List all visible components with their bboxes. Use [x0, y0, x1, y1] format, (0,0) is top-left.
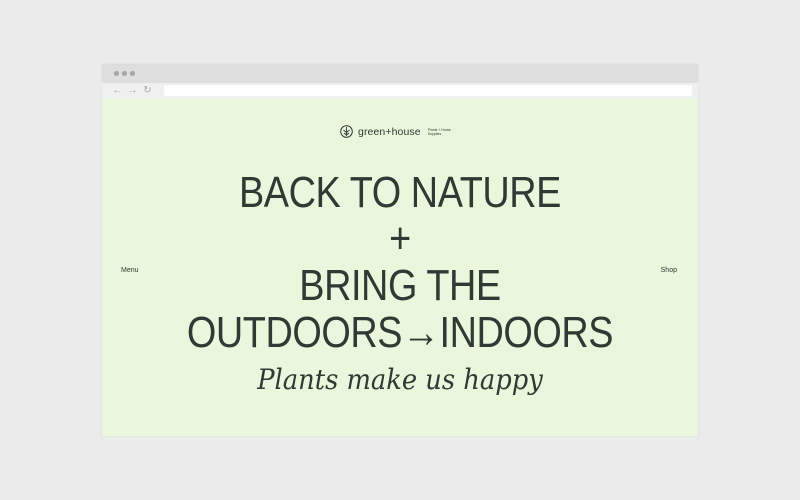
hero-tagline: Plants make us happy: [257, 363, 543, 396]
address-bar: ← → ↻: [102, 83, 698, 99]
headline-plus: +: [389, 214, 411, 263]
brand-logo[interactable]: green+house Plants + Home Supplies: [340, 125, 452, 138]
title-bar: [102, 64, 698, 83]
close-dot-icon[interactable]: [114, 71, 119, 76]
headline-line-1: BACK TO NATURE: [238, 168, 561, 217]
page-content: green+house Plants + Home Supplies Menu …: [102, 99, 698, 436]
minimize-dot-icon[interactable]: [122, 71, 127, 76]
window-controls: [114, 71, 135, 76]
forward-arrow-icon[interactable]: →: [127, 84, 138, 98]
headline-line-3: OUTDOORS→INDOORS: [186, 308, 614, 357]
maximize-dot-icon[interactable]: [130, 71, 135, 76]
shop-link[interactable]: Shop: [661, 267, 677, 274]
reload-icon[interactable]: ↻: [142, 84, 153, 98]
brand-tagline: Plants + Home Supplies: [427, 127, 451, 136]
browser-window: ← → ↻ green+house Plants + Home Supplies…: [102, 64, 698, 436]
url-input[interactable]: [164, 85, 692, 96]
brand-name: green+house: [358, 125, 421, 138]
nav-controls: ← → ↻: [112, 84, 153, 98]
back-arrow-icon[interactable]: ←: [112, 84, 123, 98]
leaf-logo-icon: [340, 125, 353, 138]
menu-link[interactable]: Menu: [121, 267, 139, 274]
headline-line-2: BRING THE: [299, 261, 501, 310]
